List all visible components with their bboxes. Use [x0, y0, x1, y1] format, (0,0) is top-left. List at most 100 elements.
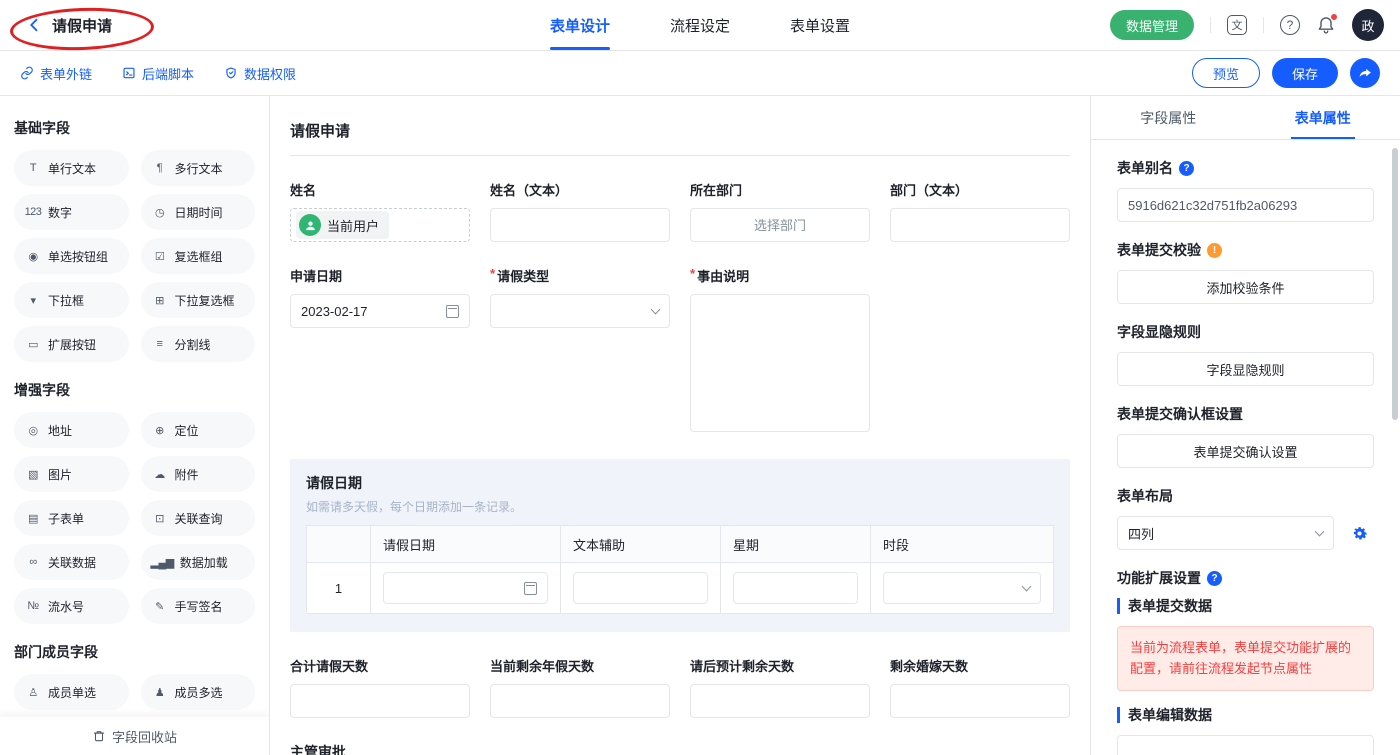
form-layout-label: 表单布局 — [1117, 486, 1374, 506]
field-item-linked-query[interactable]: ⊡关联查询 — [141, 500, 256, 536]
save-button[interactable]: 保存 — [1272, 58, 1338, 88]
name-text-field[interactable]: 姓名（文本） — [490, 180, 670, 242]
question-circle-icon[interactable]: ? — [1179, 161, 1194, 176]
reason-field[interactable]: *事由说明 — [690, 266, 870, 435]
remaining-annual-input[interactable] — [490, 684, 670, 718]
extension-settings-label: 功能扩展设置 ? — [1117, 568, 1374, 588]
field-item-radio-group[interactable]: ◉单选按钮组 — [14, 238, 129, 274]
field-item-multi-select[interactable]: ⊞下拉复选框 — [141, 282, 256, 318]
language-icon[interactable]: 文 — [1227, 15, 1247, 35]
backend-script-link[interactable]: 后端脚本 — [122, 64, 194, 83]
tab-flow-settings[interactable]: 流程设定 — [670, 0, 730, 50]
predicted-remaining-field[interactable]: 请后预计剩余天数 — [690, 656, 870, 718]
department-text-input[interactable] — [890, 208, 1070, 242]
text-helper-input[interactable] — [573, 572, 708, 604]
field-item-single-line-text[interactable]: T单行文本 — [14, 150, 129, 186]
field-label: *请假类型 — [490, 266, 670, 285]
current-user-chip[interactable]: 当前用户 — [296, 211, 389, 239]
data-manage-button[interactable]: 数据管理 — [1110, 10, 1194, 40]
field-item-image[interactable]: ▧图片 — [14, 456, 129, 492]
field-item-serial-number[interactable]: №流水号 — [14, 588, 129, 624]
submit-confirm-button[interactable]: 表单提交确认设置 — [1117, 434, 1374, 468]
department-field[interactable]: 所在部门 — [690, 180, 870, 242]
total-days-field[interactable]: 合计请假天数 — [290, 656, 470, 718]
field-recycle-bin[interactable]: 字段回收站 — [0, 717, 269, 755]
add-validation-button[interactable]: 添加校验条件 — [1117, 270, 1374, 304]
remaining-marriage-input[interactable] — [890, 684, 1070, 718]
supervisor-approval-section-title: 主管审批 — [290, 742, 1070, 755]
data-permission-link[interactable]: 数据权限 — [224, 64, 296, 83]
layout-select[interactable]: 四列 — [1117, 516, 1334, 550]
name-field[interactable]: 姓名 当前用户 — [290, 180, 470, 242]
field-item-label: 成员单选 — [48, 684, 96, 701]
leave-type-select[interactable] — [490, 294, 670, 328]
tab-form-properties[interactable]: 表单属性 — [1246, 96, 1400, 139]
remaining-annual-field[interactable]: 当前剩余年假天数 — [490, 656, 670, 718]
apply-date-input[interactable]: 2023-02-17 — [290, 294, 470, 328]
link-data-icon: ∞ — [24, 556, 42, 568]
notification-bell-icon[interactable] — [1316, 15, 1336, 35]
remaining-marriage-field[interactable]: 剩余婚嫁天数 — [890, 656, 1070, 718]
field-item-label: 分割线 — [175, 336, 211, 353]
reason-textarea[interactable] — [690, 294, 870, 432]
field-item-select[interactable]: ▾下拉框 — [14, 282, 129, 318]
edit-data-section-label: 表单编辑数据 — [1117, 707, 1374, 723]
field-item-label: 关联数据 — [48, 554, 96, 571]
share-button[interactable] — [1350, 58, 1380, 88]
warning-circle-icon[interactable]: ! — [1207, 243, 1222, 258]
question-circle-icon[interactable]: ? — [1207, 571, 1222, 586]
field-item-location[interactable]: ⊕定位 — [141, 412, 256, 448]
apply-date-field[interactable]: 申请日期 2023-02-17 — [290, 266, 470, 435]
tab-form-design[interactable]: 表单设计 — [550, 0, 610, 50]
help-icon[interactable]: ? — [1280, 15, 1300, 35]
weekday-input[interactable] — [733, 572, 858, 604]
field-item-address[interactable]: ◎地址 — [14, 412, 129, 448]
leave-date-input[interactable] — [383, 572, 548, 604]
field-item-divider-line[interactable]: ≡分割线 — [141, 326, 256, 362]
leave-type-field[interactable]: *请假类型 — [490, 266, 670, 435]
field-item-member-multi[interactable]: ♟成员多选 — [141, 674, 256, 710]
divider — [1210, 17, 1211, 33]
field-item-checkbox-group[interactable]: ☑复选框组 — [141, 238, 256, 274]
field-item-number[interactable]: 123数字 — [14, 194, 129, 230]
group-title-enhanced: 增强字段 — [14, 380, 255, 400]
column-header: 时段 — [871, 526, 1053, 562]
back-button[interactable]: 请假申请 — [16, 11, 122, 40]
field-item-label: 成员多选 — [175, 684, 223, 701]
preview-button[interactable]: 预览 — [1192, 58, 1260, 88]
share-arrow-icon — [1358, 66, 1373, 81]
field-item-linked-data[interactable]: ∞ 关联数据 — [14, 544, 129, 580]
field-item-attachment[interactable]: ☁附件 — [141, 456, 256, 492]
period-select[interactable] — [883, 572, 1041, 604]
name-text-input[interactable] — [490, 208, 670, 242]
row-index: 1 — [307, 563, 371, 613]
field-item-multi-line-text[interactable]: ¶多行文本 — [141, 150, 256, 186]
field-item-extend-button[interactable]: ▭扩展按钮 — [14, 326, 129, 362]
department-picker-input[interactable] — [690, 208, 870, 242]
tab-form-settings[interactable]: 表单设置 — [790, 0, 850, 50]
field-item-member-single[interactable]: ♙成员单选 — [14, 674, 129, 710]
back-chevron-icon — [26, 16, 44, 34]
field-label: 部门（文本） — [890, 180, 1070, 199]
leave-dates-subform[interactable]: 请假日期 如需请多天假，每个日期添加一条记录。 请假日期 文本辅助 星期 时段 … — [290, 459, 1070, 632]
partial-button[interactable] — [1117, 735, 1374, 755]
field-item-label: 数字 — [48, 204, 72, 221]
cell-text-helper — [561, 563, 721, 613]
tab-field-properties[interactable]: 字段属性 — [1091, 96, 1246, 139]
form-external-link[interactable]: 表单外链 — [20, 64, 92, 83]
field-item-datetime[interactable]: ◷日期时间 — [141, 194, 256, 230]
field-item-label: 流水号 — [48, 598, 84, 615]
field-item-signature[interactable]: ✎手写签名 — [141, 588, 256, 624]
predicted-remaining-input[interactable] — [690, 684, 870, 718]
user-avatar[interactable]: 政 — [1352, 9, 1384, 41]
panel-scrollbar[interactable] — [1392, 148, 1398, 420]
field-item-data-load[interactable]: ▂▄▆数据加载 — [141, 544, 256, 580]
total-days-input[interactable] — [290, 684, 470, 718]
form-alias-input[interactable] — [1117, 188, 1374, 222]
name-value-box[interactable]: 当前用户 — [290, 208, 470, 242]
field-item-subform[interactable]: ▤子表单 — [14, 500, 129, 536]
layout-settings-button[interactable] — [1344, 518, 1374, 548]
field-visibility-button[interactable]: 字段显隐规则 — [1117, 352, 1374, 386]
department-text-field[interactable]: 部门（文本） — [890, 180, 1070, 242]
cloud-icon: ☁ — [151, 468, 169, 481]
